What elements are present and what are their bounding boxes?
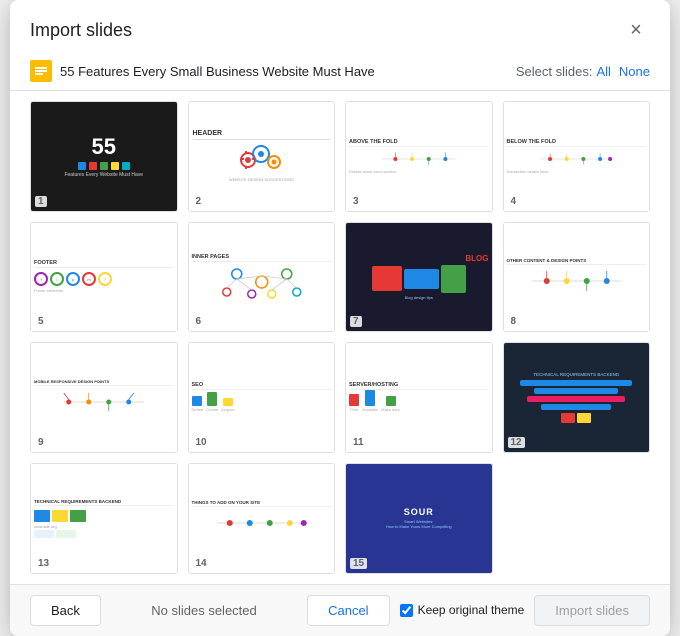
slide-number-5: 5 (35, 316, 47, 327)
slide-item-8[interactable]: OTHER CONTENT & DESIGN POINTS 8 (503, 222, 651, 333)
slide-number-3: 3 (350, 196, 362, 207)
slide-item-7[interactable]: BLOG Blog design tips 7 (345, 222, 493, 333)
import-slides-dialog: Import slides × 55 Features Every Small … (10, 0, 670, 636)
select-none-link[interactable]: None (619, 64, 650, 79)
slide-number-9: 9 (35, 437, 47, 448)
slide-item-12[interactable]: TECHNICAL REQUIREMENTS BACKEND 12 (503, 342, 651, 453)
slide-thumbnail-8[interactable]: OTHER CONTENT & DESIGN POINTS 8 (503, 222, 651, 333)
status-label: No slides selected (101, 603, 307, 618)
slide-item-6[interactable]: INNER PAGES (188, 222, 336, 333)
source-bar: 55 Features Every Small Business Website… (10, 54, 670, 91)
slide-content-1: 55 Features Every Website Must Have (31, 102, 177, 211)
slide-thumbnail-1[interactable]: 55 Features Every Website Must Have 1 (30, 101, 178, 212)
slide-number-8: 8 (508, 316, 520, 327)
slide-item-1[interactable]: 55 Features Every Website Must Have 1 (30, 101, 178, 212)
slide-content-5: FOOTER f i p m ? Footer elements (31, 223, 177, 332)
slide-content-11: SERVER/HOSTING Find Available Make su (346, 343, 492, 452)
slide-item-13[interactable]: TECHNICAL REQUIREMENTS BACKEND www.site.… (30, 463, 178, 574)
slide-thumbnail-5[interactable]: FOOTER f i p m ? Footer elements 5 (30, 222, 178, 333)
slide-number-2: 2 (193, 196, 205, 207)
select-label: Select slides: (516, 64, 593, 79)
slide-content-13: TECHNICAL REQUIREMENTS BACKEND www.site.… (31, 464, 177, 573)
slide-content-4: BELOW THE FOLD Subsection details here (504, 102, 650, 211)
slide-thumbnail-13[interactable]: TECHNICAL REQUIREMENTS BACKEND www.site.… (30, 463, 178, 574)
keep-theme-label[interactable]: Keep original theme (400, 603, 525, 617)
slide-thumbnail-9[interactable]: MOBILE RESPONSIVE DESIGN POINTS 9 (30, 342, 178, 453)
slide-number-4: 4 (508, 196, 520, 207)
slide-content-7: BLOG Blog design tips (346, 223, 492, 332)
select-controls: Select slides: All None (516, 64, 650, 79)
slide-number-10: 10 (193, 437, 210, 448)
slide-item-15[interactable]: SOUR Smart Websites:How to Make Yours Mo… (345, 463, 493, 574)
source-icon (30, 60, 52, 82)
slide-thumbnail-12[interactable]: TECHNICAL REQUIREMENTS BACKEND 12 (503, 342, 651, 453)
slide-thumbnail-4[interactable]: BELOW THE FOLD Subsection details here (503, 101, 651, 212)
slide-number-15: 15 (350, 558, 367, 569)
dialog-footer: Back No slides selected Cancel Keep orig… (10, 584, 670, 636)
slide-thumbnail-6[interactable]: INNER PAGES (188, 222, 336, 333)
slide-number-14: 14 (193, 558, 210, 569)
slide-item-9[interactable]: MOBILE RESPONSIVE DESIGN POINTS 9 (30, 342, 178, 453)
keep-theme-text: Keep original theme (418, 603, 525, 617)
slide-item-3[interactable]: ABOVE THE FOLD Details about each sectio… (345, 101, 493, 212)
slide-thumbnail-10[interactable]: SEO Define Create Acquire (188, 342, 336, 453)
slide-item-14[interactable]: THINGS TO ADD ON YOUR SITE 14 (188, 463, 336, 574)
dialog-title: Import slides (30, 20, 132, 41)
slide-thumbnail-2[interactable]: HEADER (188, 101, 336, 212)
slide-thumbnail-3[interactable]: ABOVE THE FOLD Details about each sectio… (345, 101, 493, 212)
import-button[interactable]: Import slides (534, 595, 650, 626)
slide-content-6: INNER PAGES (189, 223, 335, 332)
slide-number-6: 6 (193, 316, 205, 327)
slide-thumbnail-15[interactable]: SOUR Smart Websites:How to Make Yours Mo… (345, 463, 493, 574)
slide-number-7: 7 (350, 316, 362, 327)
back-button[interactable]: Back (30, 595, 101, 626)
slide-number-1: 1 (35, 196, 47, 207)
source-title: 55 Features Every Small Business Website… (60, 64, 375, 79)
slide-thumbnail-7[interactable]: BLOG Blog design tips 7 (345, 222, 493, 333)
slides-grid[interactable]: 55 Features Every Website Must Have 1 (10, 91, 670, 584)
slide-content-12: TECHNICAL REQUIREMENTS BACKEND (504, 343, 650, 452)
slide-number-12: 12 (508, 437, 525, 448)
slide-number-13: 13 (35, 558, 52, 569)
slide-content-14: THINGS TO ADD ON YOUR SITE (189, 464, 335, 573)
slide-item-4[interactable]: BELOW THE FOLD Subsection details here (503, 101, 651, 212)
slide-item-2[interactable]: HEADER (188, 101, 336, 212)
slide-content-2: HEADER (189, 102, 335, 211)
cancel-button[interactable]: Cancel (307, 595, 389, 626)
select-all-link[interactable]: All (596, 64, 610, 79)
slide-item-11[interactable]: SERVER/HOSTING Find Available Make su (345, 342, 493, 453)
source-info: 55 Features Every Small Business Website… (30, 60, 375, 82)
footer-right: Cancel Keep original theme Import slides (307, 595, 650, 626)
keep-theme-checkbox[interactable] (400, 604, 413, 617)
slide-thumbnail-14[interactable]: THINGS TO ADD ON YOUR SITE 14 (188, 463, 336, 574)
slide-content-10: SEO Define Create Acquire (189, 343, 335, 452)
slide-item-5[interactable]: FOOTER f i p m ? Footer elements 5 (30, 222, 178, 333)
slide-content-15: SOUR Smart Websites:How to Make Yours Mo… (346, 464, 492, 573)
slide-content-9: MOBILE RESPONSIVE DESIGN POINTS (31, 343, 177, 452)
slide-content-3: ABOVE THE FOLD Details about each sectio… (346, 102, 492, 211)
slide-content-8: OTHER CONTENT & DESIGN POINTS (504, 223, 650, 332)
close-button[interactable]: × (622, 16, 650, 44)
slide-thumbnail-11[interactable]: SERVER/HOSTING Find Available Make su (345, 342, 493, 453)
slide-item-10[interactable]: SEO Define Create Acquire (188, 342, 336, 453)
slide-number-11: 11 (350, 437, 367, 448)
dialog-header: Import slides × (10, 0, 670, 54)
